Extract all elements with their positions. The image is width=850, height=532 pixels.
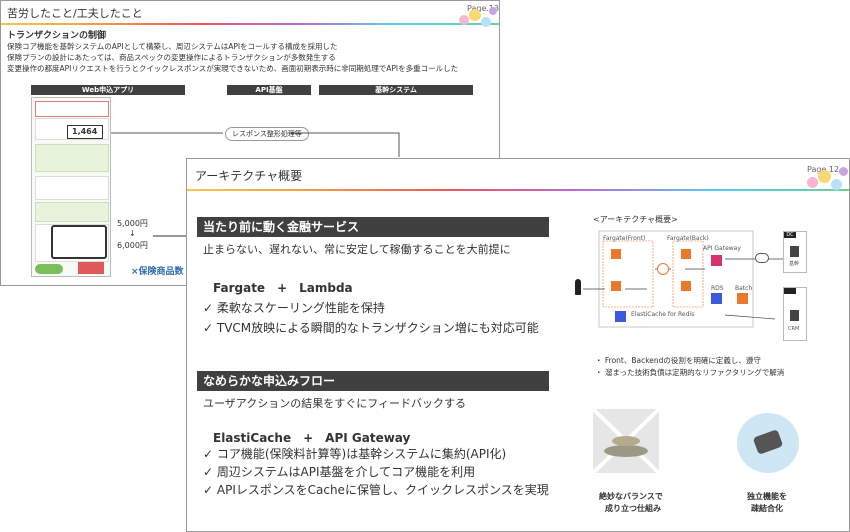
fargate-front-icon (611, 281, 621, 291)
back-line-3: 変更操作の都度APIリクエストを行うとクイックレスポンスが実現できないため、画面… (7, 64, 459, 73)
back-line-1: 保険コア機能を基幹システムのAPIとして構築し、周辺システムはAPIをコールする… (7, 42, 338, 51)
back-subtitle: トランザクションの制御 (7, 31, 107, 41)
user-icon (575, 279, 581, 295)
flower-decoration (455, 7, 499, 37)
api-gateway-icon (711, 255, 722, 266)
dc-box: DC 基幹 (783, 231, 807, 273)
diagram-title: <アーキテクチャ概要> (593, 215, 678, 224)
section2-bullet-1: ✓ コア機能(保険料計算等)は基幹システムに集約(API化) (203, 447, 507, 461)
section-heading-smooth-flow: なめらかな申込みフロー (197, 371, 549, 391)
crm-box: CRM (783, 287, 807, 341)
back-line-2: 保険プランの設計にあたっては、商品スペックの変更操作によるトランザクションが多数… (7, 53, 336, 62)
batch-icon (737, 293, 748, 304)
section2-bullet-3: ✓ APIレスポンスをCacheに保管し、クイックレスポンスを実現 (203, 483, 549, 497)
column-web-app: Web申込アプリ (31, 85, 185, 95)
product-count-caption: ×保険商品数 (131, 267, 184, 277)
section1-bullet-1: ✓ 柔軟なスケーリング性能を保持 (203, 301, 385, 315)
flower-decoration (803, 167, 849, 197)
lambda-icon (657, 263, 669, 275)
image2-caption-1: 独立機能を (747, 492, 787, 501)
kikan-label: 基幹 (789, 261, 800, 267)
elasticache-icon (615, 311, 626, 322)
dc-label: DC (784, 232, 796, 238)
robot-figure (752, 429, 784, 455)
section-heading-stable-service: 当たり前に動く金融サービス (197, 217, 549, 237)
aws-badge (784, 288, 796, 294)
label-rds: RDS (711, 285, 724, 292)
stone-balance-image (591, 407, 661, 475)
fargate-back-icon (681, 249, 691, 259)
amount-callout: 1,464 (67, 125, 103, 139)
front-slide-title: アーキテクチャ概要 (195, 169, 303, 183)
back-slide-title: 苦労したこと/工夫したこと (7, 7, 143, 20)
range-from: 5,000円 (117, 219, 148, 228)
flow-arrow (111, 132, 400, 157)
range-arrow: ↓ (129, 229, 136, 238)
label-batch: Batch (735, 285, 753, 292)
back-header-line (1, 23, 499, 25)
range-to: 6,000円 (117, 241, 148, 250)
rds-icon (711, 293, 722, 304)
cross-frame-icon (591, 407, 661, 475)
label-fargate-back: Fargate(Back) (667, 235, 709, 242)
column-api-platform: API基盤 (227, 85, 311, 95)
column-core-system: 基幹システム (319, 85, 473, 95)
crm-label: CRM (788, 326, 800, 332)
fargate-back-icon (681, 281, 691, 291)
label-elasticache: ElastiCache for Redis (631, 311, 695, 318)
amount-value: 1,464 (72, 127, 98, 136)
image1-caption-1: 絶妙なバランスで (599, 492, 663, 501)
section1-tech: Fargate + Lambda (213, 281, 353, 295)
fargate-front-icon (611, 249, 621, 259)
decoupled-robot-image (737, 413, 799, 473)
diagram-note-1: ・ Front、Backendの役割を明確に定義し、遵守 (595, 356, 761, 365)
label-fargate-front: Fargate(Front) (603, 235, 646, 242)
section2-tech: ElastiCache + API Gateway (213, 431, 411, 445)
front-header-line (187, 189, 849, 191)
label-api-gateway: API Gateway (703, 245, 741, 252)
diagram-note-2: ・ 溜まった技術負債は定期的なリファクタリングで解消 (595, 368, 785, 377)
server-icon (790, 246, 799, 257)
section1-lead: 止まらない、遅れない、常に安定して稼働することを大前提に (203, 243, 511, 256)
image2-caption-2: 疎結合化 (751, 504, 783, 513)
cloud-icon (755, 253, 769, 263)
section1-bullet-2: ✓ TVCM放映による瞬間的なトランザクション増にも対応可能 (203, 321, 539, 335)
server-icon (790, 310, 799, 321)
section2-bullet-2: ✓ 周辺システムはAPI基盤を介してコア機能を利用 (203, 465, 476, 479)
section2-lead: ユーザアクションの結果をすぐにフィードバックする (203, 397, 467, 410)
image1-caption-2: 成り立つ仕組み (605, 504, 661, 513)
range-highlight-box (51, 225, 107, 259)
architecture-diagram: Fargate(Front) Fargate(Back) API Gateway… (575, 229, 825, 349)
front-slide: アーキテクチャ概要 Page.12 当たり前に動く金融サービス 止まらない、遅れ… (186, 158, 850, 532)
